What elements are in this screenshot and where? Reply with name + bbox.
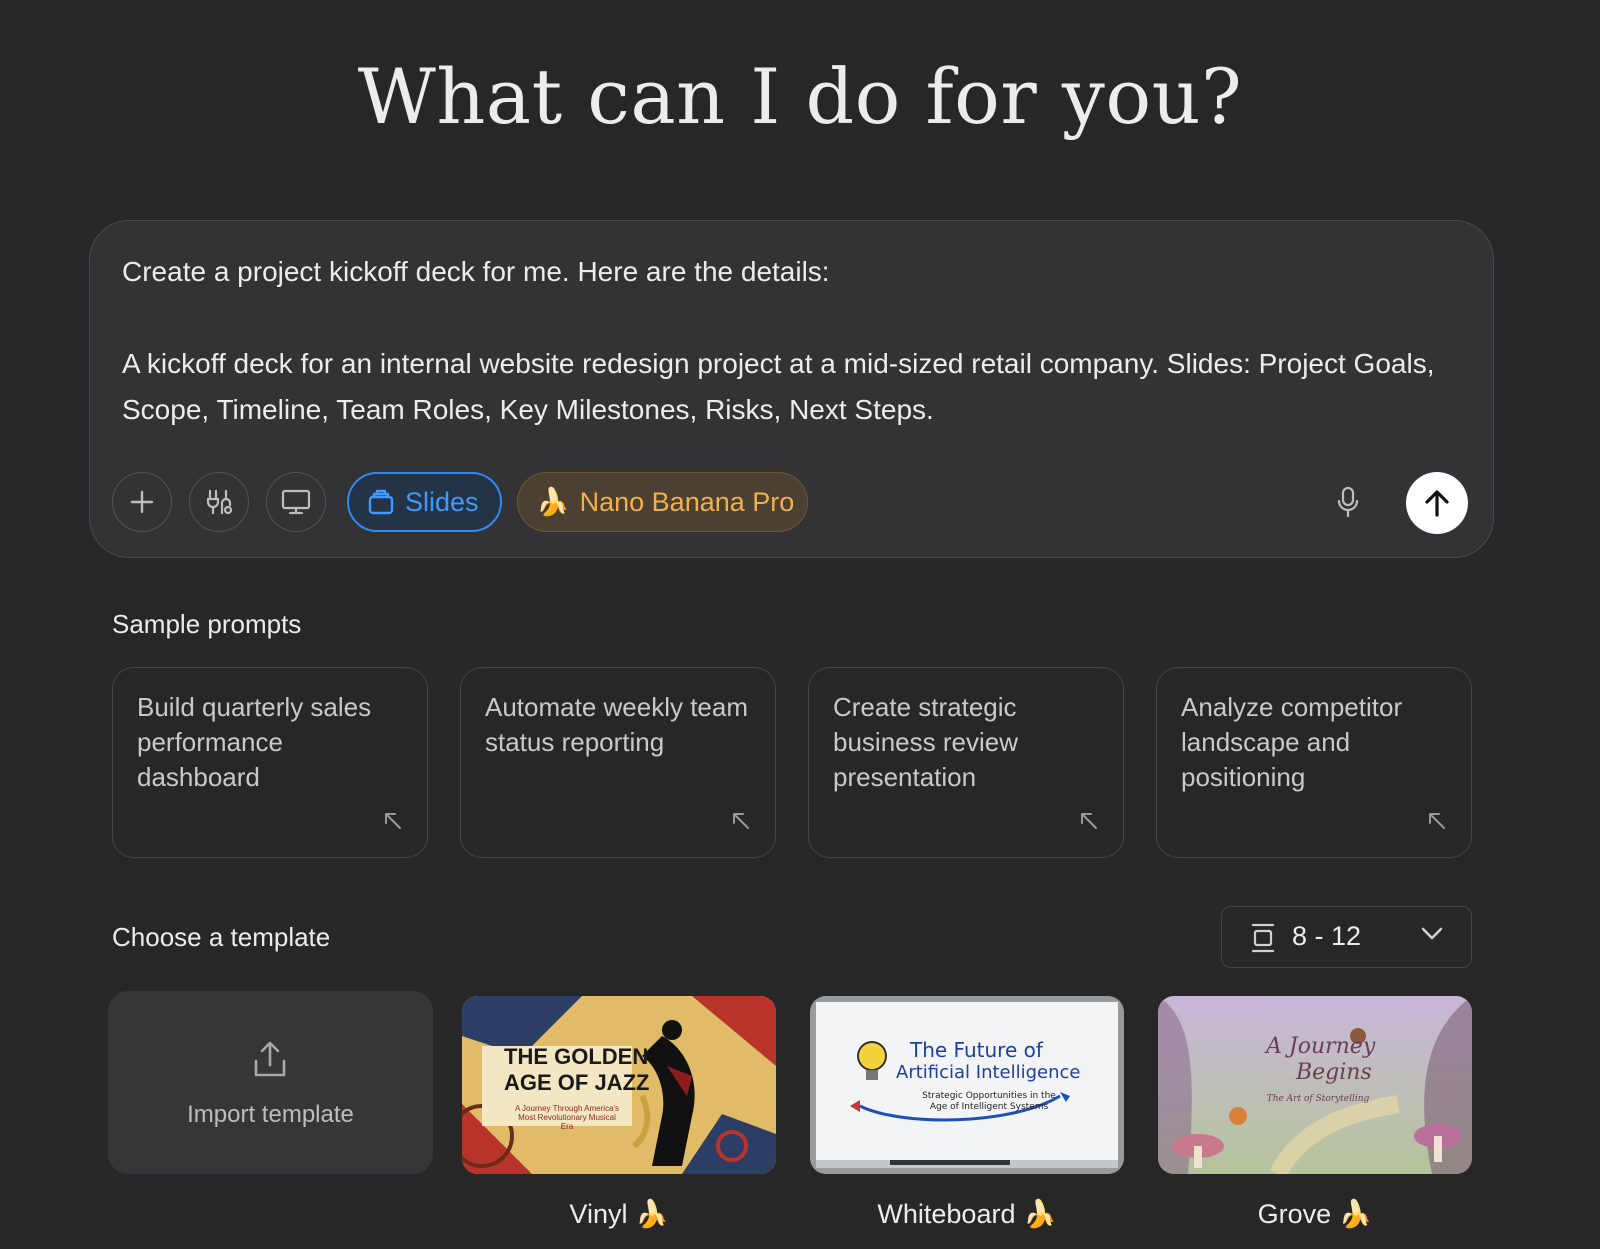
template-thumbnail-whiteboard[interactable]: The Future of Artificial Intelligence St…	[810, 996, 1124, 1174]
template-name: Vinyl 🍌	[569, 1199, 669, 1229]
sample-prompt-text: Analyze competitor landscape and positio…	[1181, 692, 1403, 792]
microphone-button[interactable]	[1330, 484, 1366, 520]
choose-template-title: Choose a template	[112, 922, 331, 952]
arrow-up-left-icon	[385, 813, 401, 829]
plug-icon	[206, 489, 233, 515]
sample-prompt-text: Create strategic business review present…	[833, 692, 1018, 792]
sample-prompt-text: Build quarterly sales performance dashbo…	[137, 692, 372, 792]
send-button[interactable]	[1406, 472, 1468, 534]
slide-count-select[interactable]: 8 - 12	[1221, 906, 1472, 968]
template-thumb-title: AGE OF JAZZ	[504, 1070, 650, 1095]
slide-count-value: 8 - 12	[1292, 921, 1362, 951]
template-thumb-subtitle: The Art of Storytelling	[1266, 1094, 1370, 1104]
composer-toolbar: Slides 🍌 Nano Banana Pro	[90, 472, 1493, 534]
monitor-icon	[281, 489, 311, 515]
import-template-label: Import template	[187, 1101, 354, 1128]
template-thumbnail-grove[interactable]: A Journey Begins The Art of Storytelling	[1158, 996, 1472, 1174]
arrow-up-left-icon	[733, 813, 749, 829]
chevron-down-icon	[1421, 927, 1443, 940]
upload-icon	[254, 1041, 286, 1077]
connectors-button[interactable]	[189, 472, 249, 532]
arrow-up-icon	[1425, 490, 1449, 517]
sample-prompt-card[interactable]: Analyze competitor landscape and positio…	[1156, 667, 1472, 858]
microphone-icon	[1337, 486, 1359, 518]
template-thumb-title: Artificial Intelligence	[896, 1062, 1081, 1083]
sample-prompt-text: Automate weekly team status reporting	[485, 692, 749, 757]
sample-prompt-card[interactable]: Automate weekly team status reporting	[460, 667, 776, 858]
template-thumbnail-vinyl[interactable]: THE GOLDEN AGE OF JAZZ A Journey Through…	[462, 996, 776, 1174]
template-thumb-title: Begins	[1296, 1060, 1372, 1085]
template-thumb-title: The Future of	[910, 1038, 1043, 1062]
slides-icon	[368, 489, 394, 515]
arrow-up-left-icon	[1429, 813, 1445, 829]
template-thumb-subtitle: A Journey Through America's Most Revolut…	[514, 1104, 620, 1131]
page-headline: What can I do for you?	[357, 52, 1243, 141]
banana-icon: 🍌	[536, 487, 570, 517]
sample-prompt-card[interactable]: Build quarterly sales performance dashbo…	[112, 667, 428, 858]
template-thumb-title: A Journey	[1266, 1034, 1376, 1059]
slide-count-icon	[1251, 923, 1275, 953]
slides-mode-label: Slides	[405, 486, 479, 517]
template-thumb-title: THE GOLDEN	[504, 1044, 649, 1069]
plus-icon	[130, 490, 154, 514]
sample-prompt-card[interactable]: Create strategic business review present…	[808, 667, 1124, 858]
model-selector-button[interactable]: 🍌 Nano Banana Pro	[517, 472, 808, 532]
model-label: Nano Banana Pro	[579, 486, 795, 517]
prompt-input[interactable]: Create a project kickoff deck for me. He…	[122, 249, 1452, 433]
arrow-up-left-icon	[1081, 813, 1097, 829]
template-thumb-subtitle: Strategic Opportunities in the Age of In…	[922, 1091, 1056, 1112]
computer-button[interactable]	[266, 472, 326, 532]
sample-prompts-title: Sample prompts	[112, 609, 302, 639]
import-template-button[interactable]: Import template	[108, 991, 433, 1174]
prompt-composer[interactable]: Create a project kickoff deck for me. He…	[89, 220, 1494, 558]
template-name: Grove 🍌	[1257, 1199, 1373, 1229]
slides-mode-button[interactable]: Slides	[347, 472, 502, 532]
template-name: Whiteboard 🍌	[877, 1199, 1057, 1229]
add-button[interactable]	[112, 472, 172, 532]
